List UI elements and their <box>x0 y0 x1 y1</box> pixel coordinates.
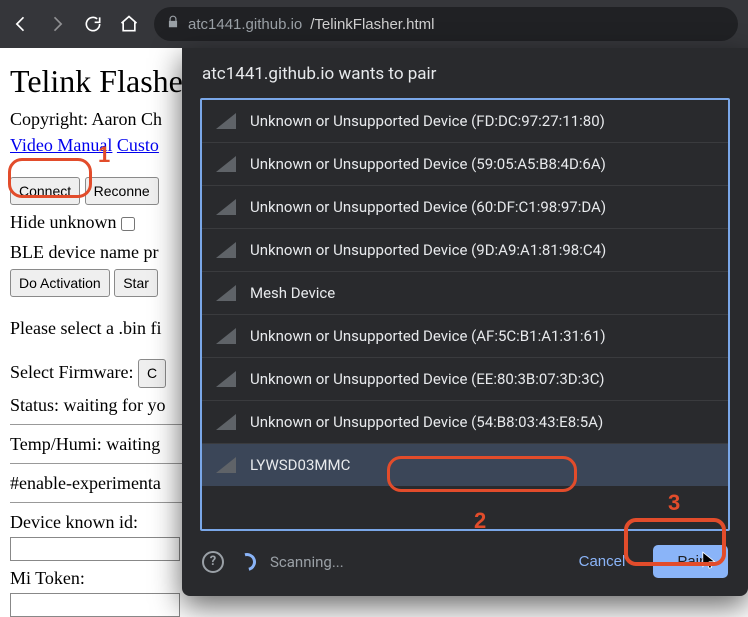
scanning-label: Scanning... <box>270 553 344 571</box>
address-bar[interactable]: atc1441.github.io/TelinkFlasher.html <box>154 7 738 41</box>
browser-toolbar: atc1441.github.io/TelinkFlasher.html <box>0 0 748 48</box>
connect-button[interactable]: Connect <box>10 177 80 205</box>
choose-firmware-button[interactable]: C <box>138 359 166 387</box>
device-row[interactable]: Unknown or Unsupported Device (EE:80:3B:… <box>202 358 728 401</box>
url-path: /TelinkFlasher.html <box>310 16 434 33</box>
reload-icon[interactable] <box>82 13 104 35</box>
device-row[interactable]: Unknown or Unsupported Device (FD:DC:97:… <box>202 100 728 143</box>
select-firmware-label: Select Firmware: <box>10 362 133 382</box>
link-video-manual[interactable]: Video Manual <box>10 135 112 155</box>
signal-icon <box>216 113 236 129</box>
do-activation-button[interactable]: Do Activation <box>10 269 110 297</box>
pair-button-label: Pair <box>677 553 704 570</box>
home-icon[interactable] <box>118 13 140 35</box>
back-icon[interactable] <box>10 13 32 35</box>
ble-pair-dialog: atc1441.github.io wants to pair Unknown … <box>182 48 748 596</box>
signal-icon <box>216 371 236 387</box>
start-button[interactable]: Star <box>114 269 158 297</box>
cursor-icon <box>702 551 718 571</box>
mi-token-input[interactable] <box>10 593 180 617</box>
signal-icon <box>216 156 236 172</box>
signal-icon <box>216 285 236 301</box>
dialog-title: atc1441.github.io wants to pair <box>182 48 748 98</box>
device-label: Unknown or Unsupported Device (EE:80:3B:… <box>250 370 605 388</box>
dialog-footer: ? Scanning... Cancel Pair <box>182 531 748 596</box>
device-row[interactable]: Unknown or Unsupported Device (60:DF:C1:… <box>202 186 728 229</box>
device-row[interactable]: Unknown or Unsupported Device (59:05:A5:… <box>202 143 728 186</box>
signal-icon <box>216 328 236 344</box>
device-known-input[interactable] <box>10 537 180 561</box>
lock-icon <box>166 15 180 33</box>
forward-icon[interactable] <box>46 13 68 35</box>
signal-icon <box>216 199 236 215</box>
device-label: Unknown or Unsupported Device (FD:DC:97:… <box>250 112 605 130</box>
device-row[interactable]: Mesh Device <box>202 272 728 315</box>
link-custom[interactable]: Custo <box>117 135 159 155</box>
hide-unknown-checkbox[interactable] <box>121 217 135 231</box>
device-label: Unknown or Unsupported Device (59:05:A5:… <box>250 155 606 173</box>
cancel-button[interactable]: Cancel <box>565 545 640 578</box>
device-label: Unknown or Unsupported Device (AF:5C:B1:… <box>250 327 606 345</box>
device-label: Unknown or Unsupported Device (54:B8:03:… <box>250 413 603 431</box>
spinner-icon <box>235 549 260 574</box>
device-list[interactable]: Unknown or Unsupported Device (FD:DC:97:… <box>200 98 730 531</box>
reconnect-button[interactable]: Reconne <box>85 177 159 205</box>
pair-button[interactable]: Pair <box>653 545 728 578</box>
url-host: atc1441.github.io <box>188 16 302 33</box>
device-row[interactable]: Unknown or Unsupported Device (9D:A9:A1:… <box>202 229 728 272</box>
hide-unknown-label: Hide unknown <box>10 212 117 232</box>
device-label: Mesh Device <box>250 284 335 302</box>
device-row[interactable]: LYWSD03MMC <box>202 444 728 486</box>
signal-icon <box>216 457 236 473</box>
device-row[interactable]: Unknown or Unsupported Device (AF:5C:B1:… <box>202 315 728 358</box>
signal-icon <box>216 242 236 258</box>
device-label: LYWSD03MMC <box>250 456 350 474</box>
device-label: Unknown or Unsupported Device (9D:A9:A1:… <box>250 241 606 259</box>
help-icon[interactable]: ? <box>202 551 224 573</box>
device-row[interactable]: Unknown or Unsupported Device (54:B8:03:… <box>202 401 728 444</box>
device-label: Unknown or Unsupported Device (60:DF:C1:… <box>250 198 606 216</box>
signal-icon <box>216 414 236 430</box>
